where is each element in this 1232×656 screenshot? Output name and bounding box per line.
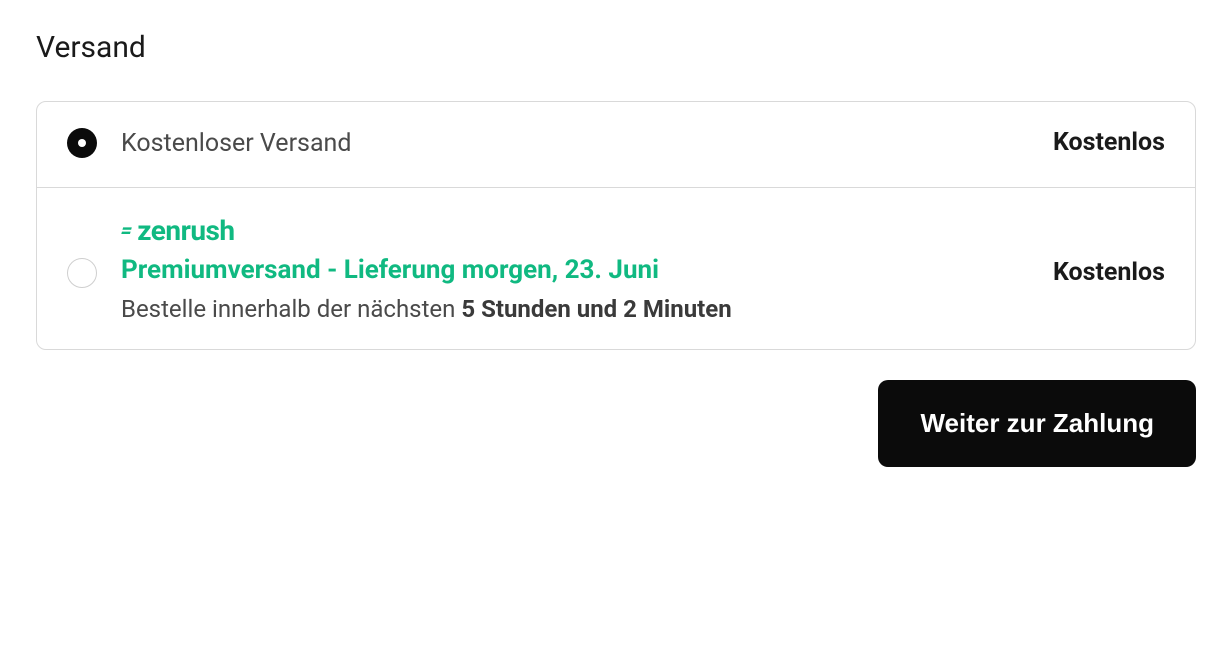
countdown-prefix: Bestelle innerhalb der nächsten <box>121 295 461 323</box>
countdown-line: Bestelle innerhalb der nächsten 5 Stunde… <box>121 295 732 323</box>
continue-to-payment-button[interactable]: Weiter zur Zahlung <box>878 380 1196 467</box>
option-price: Kostenlos <box>1053 258 1165 287</box>
radio-selected-icon[interactable] <box>67 128 97 158</box>
brand-line: = zenrush <box>121 214 732 247</box>
option-content: = zenrush Premiumversand - Lieferung mor… <box>121 214 1165 323</box>
shipping-options-group: Kostenloser Versand Kostenlos = zenrush … <box>36 101 1196 350</box>
radio-unselected-icon[interactable] <box>67 258 97 288</box>
option-content: Kostenloser Versand Kostenlos <box>121 128 1165 161</box>
shipping-option-free[interactable]: Kostenloser Versand Kostenlos <box>37 102 1195 187</box>
shipping-option-premium[interactable]: = zenrush Premiumversand - Lieferung mor… <box>37 187 1195 349</box>
section-title: Versand <box>36 30 1196 65</box>
premium-shipping-title: Premiumversand - Lieferung morgen, 23. J… <box>121 255 732 285</box>
option-price: Kostenlos <box>1053 128 1165 157</box>
zenrush-logo-icon: = <box>120 218 133 242</box>
option-label: Kostenloser Versand <box>121 128 351 161</box>
option-main: = zenrush Premiumversand - Lieferung mor… <box>121 214 732 323</box>
brand-name: zenrush <box>137 214 234 247</box>
option-main: Kostenloser Versand <box>121 128 351 161</box>
countdown-value: 5 Stunden und 2 Minuten <box>461 295 731 323</box>
actions-bar: Weiter zur Zahlung <box>36 380 1196 467</box>
